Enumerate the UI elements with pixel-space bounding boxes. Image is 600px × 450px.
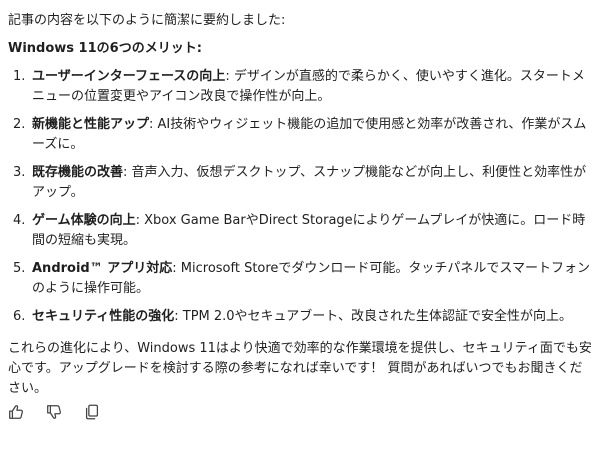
outro-text: これらの進化により、Windows 11はより快適で効率的な作業環境を提供し、セ… (8, 341, 592, 396)
copy-button[interactable] (82, 402, 102, 422)
item-text: : TPM 2.0やセキュアブート、改良された生体認証で安全性が向上。 (174, 309, 573, 324)
item-number: 1. (13, 69, 26, 84)
item-title: Android™ アプリ対応 (32, 261, 173, 276)
list-item: 6. セキュリティ性能の強化: TPM 2.0やセキュアブート、改良された生体認… (8, 307, 592, 327)
item-number: 4. (13, 213, 26, 228)
list-item: 4. ゲーム体験の向上: Xbox Game BarやDirect Storag… (8, 211, 592, 251)
item-number: 3. (13, 165, 26, 180)
item-number: 6. (13, 309, 26, 324)
benefits-list: 1. ユーザーインターフェースの向上: デザインが直感的で柔らかく、使いやすく進… (8, 67, 592, 327)
item-title: 既存機能の改善 (32, 165, 124, 180)
summary-heading: Windows 11の6つのメリット: (8, 41, 202, 56)
item-number: 5. (13, 261, 26, 276)
intro-text: 記事の内容を以下のように簡潔に要約しました: (8, 13, 286, 28)
list-item: 1. ユーザーインターフェースの向上: デザインが直感的で柔らかく、使いやすく進… (8, 67, 592, 107)
list-item: 3. 既存機能の改善: 音声入力、仮想デスクトップ、スナップ機能などが向上し、利… (8, 163, 592, 203)
item-title: ゲーム体験の向上 (32, 213, 136, 228)
message-actions (6, 402, 102, 422)
list-item: 5. Android™ アプリ対応: Microsoft Storeでダウンロー… (8, 259, 592, 299)
thumbs-up-icon (9, 405, 23, 419)
list-item: 2. 新機能と性能アップ: AI技術やウィジェット機能の追加で使用感と効率が改善… (8, 115, 592, 155)
thumbs-down-icon (47, 405, 61, 419)
copy-icon (85, 404, 99, 420)
thumbs-down-button[interactable] (44, 402, 64, 422)
thumbs-up-button[interactable] (6, 402, 26, 422)
item-title: セキュリティ性能の強化 (32, 309, 175, 324)
assistant-message: 記事の内容を以下のように簡潔に要約しました: Windows 11の6つのメリッ… (8, 11, 592, 399)
item-title: 新機能と性能アップ (32, 117, 150, 132)
item-title: ユーザーインターフェースの向上 (32, 69, 226, 84)
item-number: 2. (13, 117, 26, 132)
